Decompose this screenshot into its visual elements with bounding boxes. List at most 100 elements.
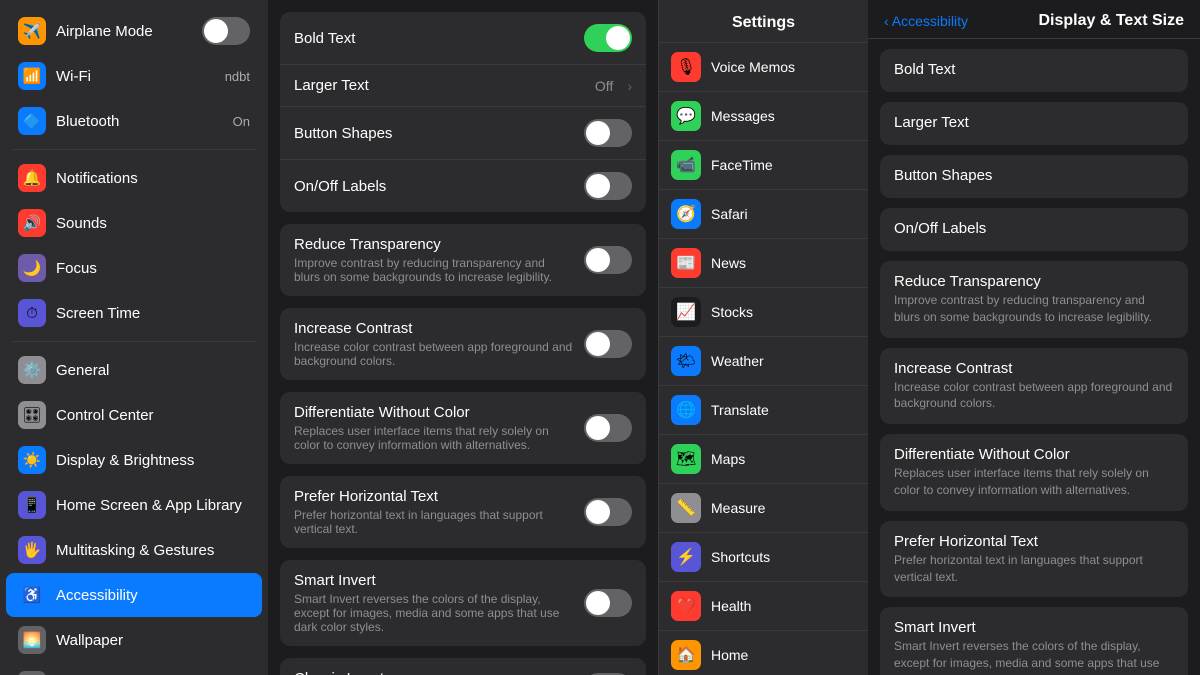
r-increase-contrast-desc: Increase color contrast between app fore… <box>894 379 1174 413</box>
focus-icon: 🌙 <box>18 254 46 282</box>
sidebar-label-general: General <box>56 362 250 379</box>
app-list-item-maps[interactable]: 🗺Maps <box>659 435 868 484</box>
bold-text-label: Bold Text <box>294 30 574 47</box>
app-list-item-translate[interactable]: 🌐Translate <box>659 386 868 435</box>
smart-invert-toggle[interactable] <box>584 589 632 617</box>
right-group-r-prefer-horizontal: Prefer Horizontal TextPrefer horizontal … <box>880 521 1188 598</box>
sidebar-divider-2 <box>12 341 256 342</box>
app-list-item-health[interactable]: ❤️Health <box>659 582 868 631</box>
sidebar-label-control-center: Control Center <box>56 407 250 424</box>
prefer-horizontal-desc: Prefer horizontal text in languages that… <box>294 508 574 536</box>
app-list-item-stocks[interactable]: 📈Stocks <box>659 288 868 337</box>
differentiate-color-row[interactable]: Differentiate Without Color Replaces use… <box>280 392 646 464</box>
differentiate-color-toggle[interactable] <box>584 414 632 442</box>
sidebar-label-multitasking: Multitasking & Gestures <box>56 542 250 559</box>
sidebar-item-wallpaper[interactable]: 🌅 Wallpaper <box>6 618 262 662</box>
right-item-r-onoff-labels[interactable]: On/Off Labels <box>880 208 1188 251</box>
sidebar-item-screen-time[interactable]: ⏱ Screen Time <box>6 291 262 335</box>
facetime-name: FaceTime <box>711 157 773 173</box>
right-item-r-smart-invert[interactable]: Smart Invert Smart Invert reverses the co… <box>880 607 1188 675</box>
app-list-item-weather[interactable]: 🌤Weather <box>659 337 868 386</box>
right-item-r-larger-text[interactable]: Larger Text <box>880 102 1188 145</box>
increase-contrast-row[interactable]: Increase Contrast Increase color contras… <box>280 308 646 380</box>
sidebar-label-bluetooth: Bluetooth <box>56 113 223 130</box>
button-shapes-row[interactable]: Button Shapes <box>280 107 646 160</box>
differentiate-color-label: Differentiate Without Color <box>294 404 574 421</box>
sidebar-group-system: 🔔 Notifications 🔊 Sounds 🌙 Focus ⏱ Scree… <box>0 156 268 335</box>
right-item-r-button-shapes[interactable]: Button Shapes <box>880 155 1188 198</box>
sidebar-item-siri[interactable]: 🎤 Siri & Search <box>6 663 262 675</box>
r-button-shapes-title: Button Shapes <box>894 167 1174 184</box>
sidebar-item-bluetooth[interactable]: 🔷 Bluetooth On <box>6 99 262 143</box>
bluetooth-value: On <box>233 114 250 129</box>
sidebar-item-accessibility[interactable]: ♿ Accessibility <box>6 573 262 617</box>
app-list-item-measure[interactable]: 📏Measure <box>659 484 868 533</box>
r-bold-text-title: Bold Text <box>894 61 1174 78</box>
sidebar-item-sounds[interactable]: 🔊 Sounds <box>6 201 262 245</box>
bold-text-row[interactable]: Bold Text <box>280 12 646 65</box>
increase-contrast-toggle[interactable] <box>584 330 632 358</box>
sidebar-label-focus: Focus <box>56 260 250 277</box>
shortcuts-name: Shortcuts <box>711 549 770 565</box>
r-onoff-labels-title: On/Off Labels <box>894 220 1174 237</box>
smart-invert-label: Smart Invert <box>294 572 574 589</box>
sidebar-item-wifi[interactable]: 📶 Wi-Fi ndbt <box>6 54 262 98</box>
classic-invert-group: Classic Invert Classic Invert reverses t… <box>280 658 646 675</box>
app-list-item-facetime[interactable]: 📹FaceTime <box>659 141 868 190</box>
right-panel-title: Display & Text Size <box>1038 12 1184 30</box>
bold-text-toggle[interactable] <box>584 24 632 52</box>
control-center-icon: 🎛 <box>18 401 46 429</box>
smart-invert-row[interactable]: Smart Invert Smart Invert reverses the c… <box>280 560 646 646</box>
back-button[interactable]: ‹ Accessibility <box>884 13 968 29</box>
sidebar-item-multitasking[interactable]: 🖐 Multitasking & Gestures <box>6 528 262 572</box>
right-group-r-reduce-transparency: Reduce TransparencyImprove contrast by r… <box>880 261 1188 338</box>
right-item-r-reduce-transparency[interactable]: Reduce TransparencyImprove contrast by r… <box>880 261 1188 338</box>
weather-icon: 🌤 <box>671 346 701 376</box>
onoff-labels-toggle[interactable] <box>584 172 632 200</box>
app-list-item-news[interactable]: 📰News <box>659 239 868 288</box>
onoff-labels-row[interactable]: On/Off Labels <box>280 160 646 212</box>
airplane-mode-toggle[interactable] <box>202 17 250 45</box>
app-list-item-home[interactable]: 🏠Home <box>659 631 868 675</box>
button-shapes-toggle[interactable] <box>584 119 632 147</box>
r-smart-invert-title: Smart Invert <box>894 619 1174 636</box>
prefer-horizontal-toggle[interactable] <box>584 498 632 526</box>
news-name: News <box>711 255 746 271</box>
wallpaper-icon: 🌅 <box>18 626 46 654</box>
wifi-icon: 📶 <box>18 62 46 90</box>
reduce-transparency-group: Reduce Transparency Improve contrast by … <box>280 224 646 296</box>
sidebar-label-home-screen: Home Screen & App Library <box>56 497 250 514</box>
r-reduce-transparency-title: Reduce Transparency <box>894 273 1174 290</box>
right-item-r-increase-contrast[interactable]: Increase ContrastIncrease color contrast… <box>880 348 1188 425</box>
sidebar-item-airplane-mode[interactable]: ✈️ Airplane Mode <box>6 9 262 53</box>
sidebar-item-notifications[interactable]: 🔔 Notifications <box>6 156 262 200</box>
app-list-item-messages[interactable]: 💬Messages <box>659 92 868 141</box>
right-item-r-prefer-horizontal[interactable]: Prefer Horizontal TextPrefer horizontal … <box>880 521 1188 598</box>
multitasking-icon: 🖐 <box>18 536 46 564</box>
r-smart-invert-desc: Smart Invert reverses the colors of the … <box>894 638 1174 675</box>
prefer-horizontal-row[interactable]: Prefer Horizontal Text Prefer horizontal… <box>280 476 646 548</box>
right-item-r-bold-text[interactable]: Bold Text <box>880 49 1188 92</box>
app-list-item-safari[interactable]: 🧭Safari <box>659 190 868 239</box>
measure-name: Measure <box>711 500 765 516</box>
reduce-transparency-toggle[interactable] <box>584 246 632 274</box>
r-larger-text-title: Larger Text <box>894 114 1174 131</box>
accessibility-icon: ♿ <box>18 581 46 609</box>
app-list-item-voice-memos[interactable]: 🎙Voice Memos <box>659 43 868 92</box>
health-icon: ❤️ <box>671 591 701 621</box>
app-list-item-shortcuts[interactable]: ⚡Shortcuts <box>659 533 868 582</box>
sidebar-item-home-screen[interactable]: 📱 Home Screen & App Library <box>6 483 262 527</box>
translate-name: Translate <box>711 402 769 418</box>
classic-invert-row[interactable]: Classic Invert Classic Invert reverses t… <box>280 658 646 675</box>
larger-text-row[interactable]: Larger Text Off › <box>280 65 646 107</box>
sidebar-item-focus[interactable]: 🌙 Focus <box>6 246 262 290</box>
sidebar-item-control-center[interactable]: 🎛 Control Center <box>6 393 262 437</box>
bluetooth-icon: 🔷 <box>18 107 46 135</box>
reduce-transparency-row[interactable]: Reduce Transparency Improve contrast by … <box>280 224 646 296</box>
right-item-r-differentiate-color[interactable]: Differentiate Without ColorReplaces user… <box>880 434 1188 511</box>
screen-time-icon: ⏱ <box>18 299 46 327</box>
right-group-r-bold-text: Bold Text <box>880 49 1188 92</box>
sidebar-item-general[interactable]: ⚙️ General <box>6 348 262 392</box>
sidebar-item-display-brightness[interactable]: ☀️ Display & Brightness <box>6 438 262 482</box>
home-screen-icon: 📱 <box>18 491 46 519</box>
